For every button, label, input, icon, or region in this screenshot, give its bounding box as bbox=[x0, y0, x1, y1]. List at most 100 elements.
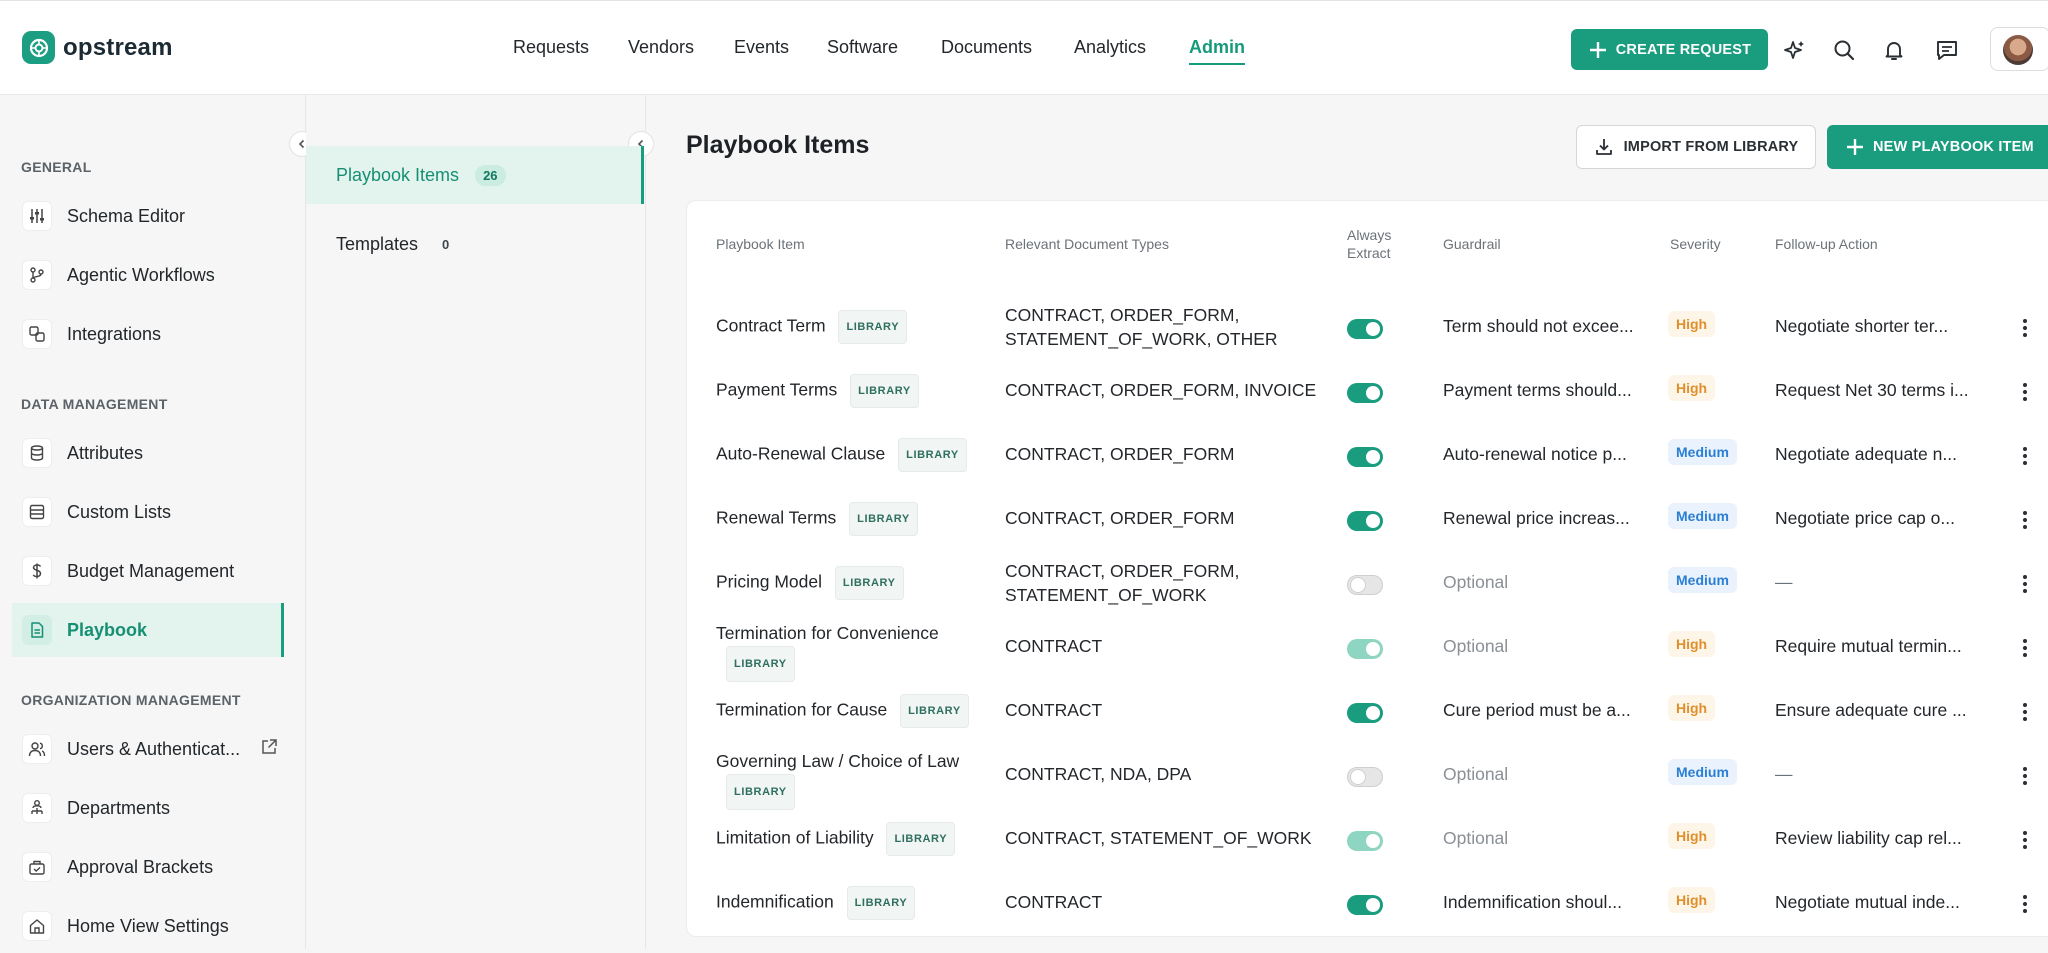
nav-software[interactable]: Software bbox=[827, 37, 898, 58]
sidebar-item-label: Agentic Workflows bbox=[67, 264, 215, 285]
nav-events[interactable]: Events bbox=[734, 37, 789, 58]
item-name-text: Payment Terms bbox=[716, 379, 838, 400]
sidebar-item-approval-brackets[interactable]: Approval Brackets bbox=[12, 840, 284, 894]
playbook-table: Playbook Item Relevant Document Types Al… bbox=[686, 200, 2048, 937]
guardrail-text: Auto-renewal notice p... bbox=[1443, 444, 1627, 464]
search-icon[interactable] bbox=[1831, 37, 1857, 63]
dot bbox=[2023, 454, 2027, 458]
nav-vendors[interactable]: Vendors bbox=[628, 37, 694, 58]
always-extract-toggle[interactable] bbox=[1347, 511, 1383, 531]
playbook-item-name[interactable]: Governing Law / Choice of Law LIBRARY bbox=[716, 748, 986, 810]
new-playbook-item-label: NEW PLAYBOOK ITEM bbox=[1873, 139, 2034, 155]
sidebar-item-label: Schema Editor bbox=[67, 205, 186, 226]
library-badge: LIBRARY bbox=[726, 774, 795, 810]
playbook-item-name[interactable]: Renewal Terms LIBRARY bbox=[716, 502, 986, 536]
row-menu-icon[interactable] bbox=[2015, 701, 2035, 723]
follow-up-action: — bbox=[1775, 764, 1793, 784]
document-types: CONTRACT, ORDER_FORM, STATEMENT_OF_WORK bbox=[1005, 559, 1239, 607]
row-menu-icon[interactable] bbox=[2015, 381, 2035, 403]
always-extract-toggle[interactable] bbox=[1347, 703, 1383, 723]
library-badge: LIBRARY bbox=[846, 886, 916, 920]
ai-sparkle-icon[interactable] bbox=[1782, 37, 1808, 63]
playbook-item-name[interactable]: Contract Term LIBRARY bbox=[716, 310, 986, 344]
column-header-follow-up: Follow-up Action bbox=[1775, 236, 1878, 252]
item-name-text: Termination for Cause bbox=[716, 699, 888, 720]
row-menu-icon[interactable] bbox=[2015, 573, 2035, 595]
always-extract-toggle[interactable] bbox=[1347, 447, 1383, 467]
follow-up-action: Negotiate mutual inde... bbox=[1775, 892, 1960, 912]
always-extract-toggle[interactable] bbox=[1347, 383, 1383, 403]
always-extract-toggle[interactable] bbox=[1347, 831, 1383, 851]
dot bbox=[2023, 895, 2027, 899]
branch-icon bbox=[22, 260, 52, 290]
subnav-playbook-items[interactable]: Playbook Items 26 bbox=[306, 146, 644, 204]
logo[interactable]: opstream bbox=[22, 31, 173, 64]
sidebar-item-users-authentication[interactable]: Users & Authenticat... bbox=[12, 722, 284, 776]
sidebar-item-attributes[interactable]: Attributes bbox=[12, 426, 284, 480]
document-types-line: CONTRACT, ORDER_FORM bbox=[1005, 444, 1235, 464]
nav-admin[interactable]: Admin bbox=[1189, 37, 1245, 65]
row-menu-icon[interactable] bbox=[2015, 445, 2035, 467]
import-from-library-button[interactable]: IMPORT FROM LIBRARY bbox=[1576, 125, 1816, 169]
playbook-item-name[interactable]: Indemnification LIBRARY bbox=[716, 886, 986, 920]
sidebar-item-home-view-settings[interactable]: Home View Settings bbox=[12, 899, 284, 953]
sidebar-item-custom-lists[interactable]: Custom Lists bbox=[12, 485, 284, 539]
always-extract-toggle[interactable] bbox=[1347, 575, 1383, 595]
document-types-line: STATEMENT_OF_WORK, OTHER bbox=[1005, 329, 1278, 349]
sidebar-item-schema-editor[interactable]: Schema Editor bbox=[12, 189, 284, 243]
sidebar-item-integrations[interactable]: Integrations bbox=[12, 307, 284, 361]
new-playbook-item-button[interactable]: NEW PLAYBOOK ITEM bbox=[1827, 125, 2048, 169]
subnav-templates[interactable]: Templates 0 bbox=[306, 215, 644, 273]
always-extract-toggle[interactable] bbox=[1347, 767, 1383, 787]
sidebar-item-departments[interactable]: Departments bbox=[12, 781, 284, 835]
sidebar-item-budget-management[interactable]: Budget Management bbox=[12, 544, 284, 598]
severity-badge: Medium bbox=[1668, 567, 1737, 593]
dot bbox=[2023, 511, 2027, 515]
row-menu-icon[interactable] bbox=[2015, 317, 2035, 339]
dot bbox=[2023, 518, 2027, 522]
sidebar-item-label: Custom Lists bbox=[67, 501, 172, 522]
create-request-button[interactable]: CREATE REQUEST bbox=[1571, 29, 1768, 70]
document-icon bbox=[22, 615, 52, 645]
nav-analytics[interactable]: Analytics bbox=[1074, 37, 1146, 58]
toggle-knob bbox=[1366, 322, 1380, 336]
dot bbox=[2023, 838, 2027, 842]
playbook-item-name[interactable]: Payment Terms LIBRARY bbox=[716, 374, 986, 408]
row-menu-icon[interactable] bbox=[2015, 637, 2035, 659]
row-menu-icon[interactable] bbox=[2015, 893, 2035, 915]
dot bbox=[2023, 845, 2027, 849]
org-chart-icon bbox=[22, 793, 52, 823]
always-extract-toggle[interactable] bbox=[1347, 319, 1383, 339]
dot bbox=[2023, 447, 2027, 451]
top-bar: opstream Requests Vendors Events Softwar… bbox=[0, 0, 2048, 95]
playbook-item-name[interactable]: Termination for Cause LIBRARY bbox=[716, 694, 986, 728]
list-icon bbox=[22, 497, 52, 527]
row-menu-icon[interactable] bbox=[2015, 829, 2035, 851]
playbook-item-name[interactable]: Pricing Model LIBRARY bbox=[716, 566, 986, 600]
sidebar-item-agentic-workflows[interactable]: Agentic Workflows bbox=[12, 248, 284, 302]
row-menu-icon[interactable] bbox=[2015, 509, 2035, 531]
always-extract-toggle[interactable] bbox=[1347, 639, 1383, 659]
severity-badge: High bbox=[1668, 375, 1716, 401]
sliders-icon bbox=[22, 201, 52, 231]
severity-badge: Medium bbox=[1668, 503, 1737, 529]
row-menu-icon[interactable] bbox=[2015, 765, 2035, 787]
severity-badge: Medium bbox=[1668, 759, 1737, 785]
messages-icon[interactable] bbox=[1934, 37, 1960, 63]
dot bbox=[2023, 397, 2027, 401]
toggle-knob bbox=[1351, 578, 1365, 592]
bell-icon[interactable] bbox=[1881, 37, 1907, 63]
section-title-organization-management: ORGANIZATION MANAGEMENT bbox=[21, 692, 241, 708]
playbook-item-name[interactable]: Termination for Convenience LIBRARY bbox=[716, 620, 986, 682]
user-menu[interactable] bbox=[1990, 27, 2048, 71]
nav-documents[interactable]: Documents bbox=[941, 37, 1032, 58]
playbook-item-name[interactable]: Limitation of Liability LIBRARY bbox=[716, 822, 986, 856]
table-row: Pricing Model LIBRARY CONTRACT, ORDER_FOR… bbox=[687, 553, 2048, 617]
sidebar-item-label: Departments bbox=[67, 797, 171, 818]
nav-requests[interactable]: Requests bbox=[513, 37, 589, 58]
always-extract-toggle[interactable] bbox=[1347, 895, 1383, 915]
table-row: Contract Term LIBRARY CONTRACT, ORDER_FOR… bbox=[687, 297, 2048, 361]
playbook-item-name[interactable]: Auto-Renewal Clause LIBRARY bbox=[716, 438, 986, 472]
sidebar-item-playbook[interactable]: Playbook bbox=[12, 603, 284, 657]
column-header-always-extract: Always Extract bbox=[1347, 226, 1391, 262]
